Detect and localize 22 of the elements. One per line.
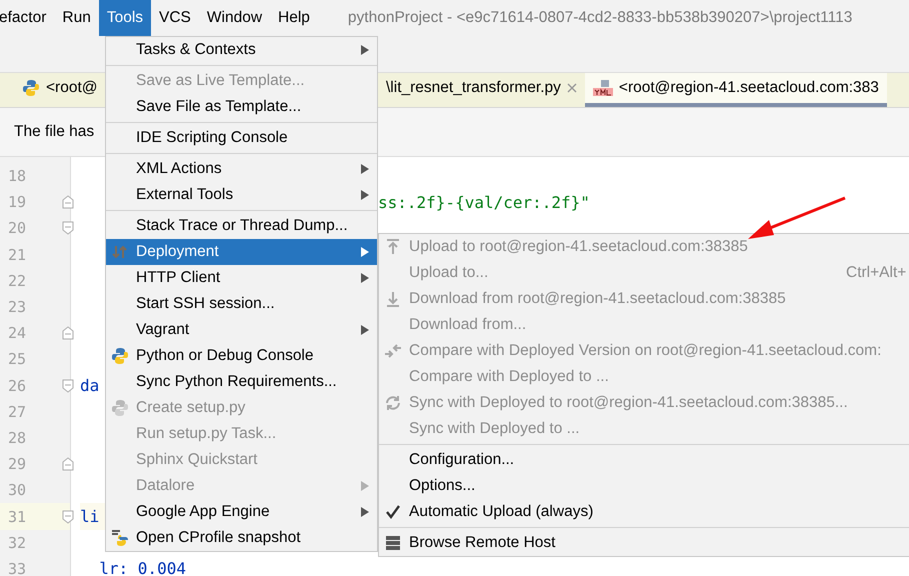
- line-number: 18: [7, 167, 26, 186]
- line-number: 19: [7, 193, 26, 212]
- line-number: 26: [7, 376, 26, 395]
- line-number: 22: [7, 272, 26, 290]
- line-number: 27: [7, 402, 26, 421]
- code-text: ss:.2f}-{val/cer:.2f}": [378, 192, 590, 212]
- line-number: 24: [7, 324, 26, 342]
- code-text: lr: 0.004: [98, 559, 186, 576]
- line-number: 21: [7, 246, 26, 264]
- line-number: 28: [7, 428, 26, 447]
- code-text: li: [80, 507, 100, 526]
- line-number: 32: [7, 534, 26, 552]
- line-number: 25: [7, 350, 26, 368]
- line-number: 29: [7, 455, 26, 474]
- line-number: 33: [7, 560, 26, 576]
- line-number: 31: [7, 508, 26, 526]
- window-title: pythonProject - <e9c71614-0807-4cd2-8833-bb538b390207>\project1113: [348, 9, 852, 27]
- code-text: da: [80, 376, 100, 396]
- line-number: 23: [7, 298, 26, 316]
- line-number: 20: [7, 219, 26, 238]
- notification-text: The file has: [14, 123, 94, 141]
- line-number: 30: [7, 481, 26, 500]
